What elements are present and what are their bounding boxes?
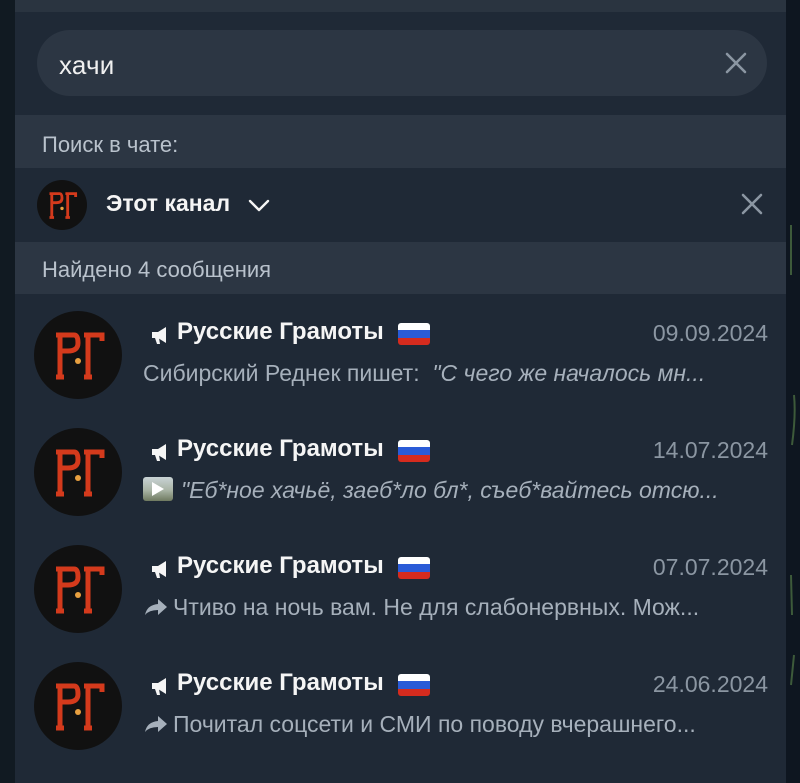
background-right-strip bbox=[786, 0, 800, 783]
result-date: 14.07.2024 bbox=[652, 437, 768, 463]
russia-flag-icon bbox=[398, 323, 430, 345]
search-result-item[interactable]: Русские Грамоты 09.09.2024 Сибирский Ред… bbox=[15, 294, 786, 411]
window-top-bar bbox=[0, 0, 800, 12]
search-result-item[interactable]: Русские Грамоты 14.07.2024 "Еб*ное хачьё… bbox=[15, 411, 786, 528]
result-date: 07.07.2024 bbox=[652, 554, 768, 580]
search-in-chat-label: Поиск в чате: bbox=[15, 115, 786, 168]
channel-avatar-logo bbox=[34, 662, 122, 750]
chat-search-panel: хачи Поиск в чате: Этот канал Найдено 4 … bbox=[15, 12, 786, 783]
video-thumbnail-icon bbox=[143, 477, 173, 501]
megaphone-icon bbox=[152, 327, 166, 344]
channel-avatar-logo bbox=[34, 311, 122, 399]
forward-icon bbox=[145, 599, 167, 615]
channel-name: Русские Грамоты bbox=[177, 552, 384, 579]
channel-name: Русские Грамоты bbox=[177, 669, 384, 696]
background-left-strip bbox=[0, 0, 15, 783]
channel-avatar-logo bbox=[34, 545, 122, 633]
chevron-down-icon[interactable] bbox=[248, 199, 270, 213]
result-snippet: Сибирский Реднек пишет: "С чего же начал… bbox=[143, 360, 768, 387]
russia-flag-icon bbox=[398, 440, 430, 462]
search-input[interactable]: хачи bbox=[37, 30, 767, 96]
result-snippet: Чтиво на ночь вам. Не для слабонервных. … bbox=[143, 594, 768, 621]
snippet-text: "Еб*ное хачьё, заеб*ло бл*, съеб*вайтесь… bbox=[181, 477, 719, 503]
result-date: 24.06.2024 bbox=[652, 671, 768, 697]
snippet-text: "С чего же началось мн... bbox=[432, 360, 706, 386]
channel-avatar-logo bbox=[37, 180, 87, 230]
russia-flag-icon bbox=[398, 557, 430, 579]
channel-name: Русские Грамоты bbox=[177, 435, 384, 462]
search-result-item[interactable]: Русские Грамоты 24.06.2024 Почитал соцсе… bbox=[15, 645, 786, 762]
megaphone-icon bbox=[152, 444, 166, 461]
russia-flag-icon bbox=[398, 674, 430, 696]
background-chat-edge bbox=[790, 225, 796, 686]
megaphone-icon bbox=[152, 561, 166, 578]
result-date: 09.09.2024 bbox=[652, 320, 768, 346]
result-snippet: Почитал соцсети и СМИ по поводу вчерашне… bbox=[143, 711, 768, 738]
search-query[interactable]: хачи bbox=[59, 50, 114, 81]
snippet-text: Чтиво на ночь вам. Не для слабонервных. … bbox=[173, 594, 700, 620]
snippet-sender: Сибирский Реднек пишет: bbox=[143, 360, 420, 386]
results-count-label: Найдено 4 сообщения bbox=[15, 242, 786, 294]
search-result-item[interactable]: Русские Грамоты 07.07.2024 Чтиво на ночь… bbox=[15, 528, 786, 645]
scope-name[interactable]: Этот канал bbox=[106, 190, 230, 217]
snippet-text: Почитал соцсети и СМИ по поводу вчерашне… bbox=[173, 711, 696, 737]
forward-icon bbox=[145, 716, 167, 732]
channel-name: Русские Грамоты bbox=[177, 318, 384, 345]
search-row: хачи bbox=[15, 12, 786, 115]
close-icon[interactable] bbox=[740, 192, 764, 216]
clear-search-icon[interactable] bbox=[723, 50, 749, 76]
result-snippet: "Еб*ное хачьё, заеб*ло бл*, съеб*вайтесь… bbox=[143, 477, 768, 504]
channel-avatar-logo bbox=[34, 428, 122, 516]
search-scope-selector[interactable]: Этот канал bbox=[15, 168, 786, 242]
megaphone-icon bbox=[152, 678, 166, 695]
